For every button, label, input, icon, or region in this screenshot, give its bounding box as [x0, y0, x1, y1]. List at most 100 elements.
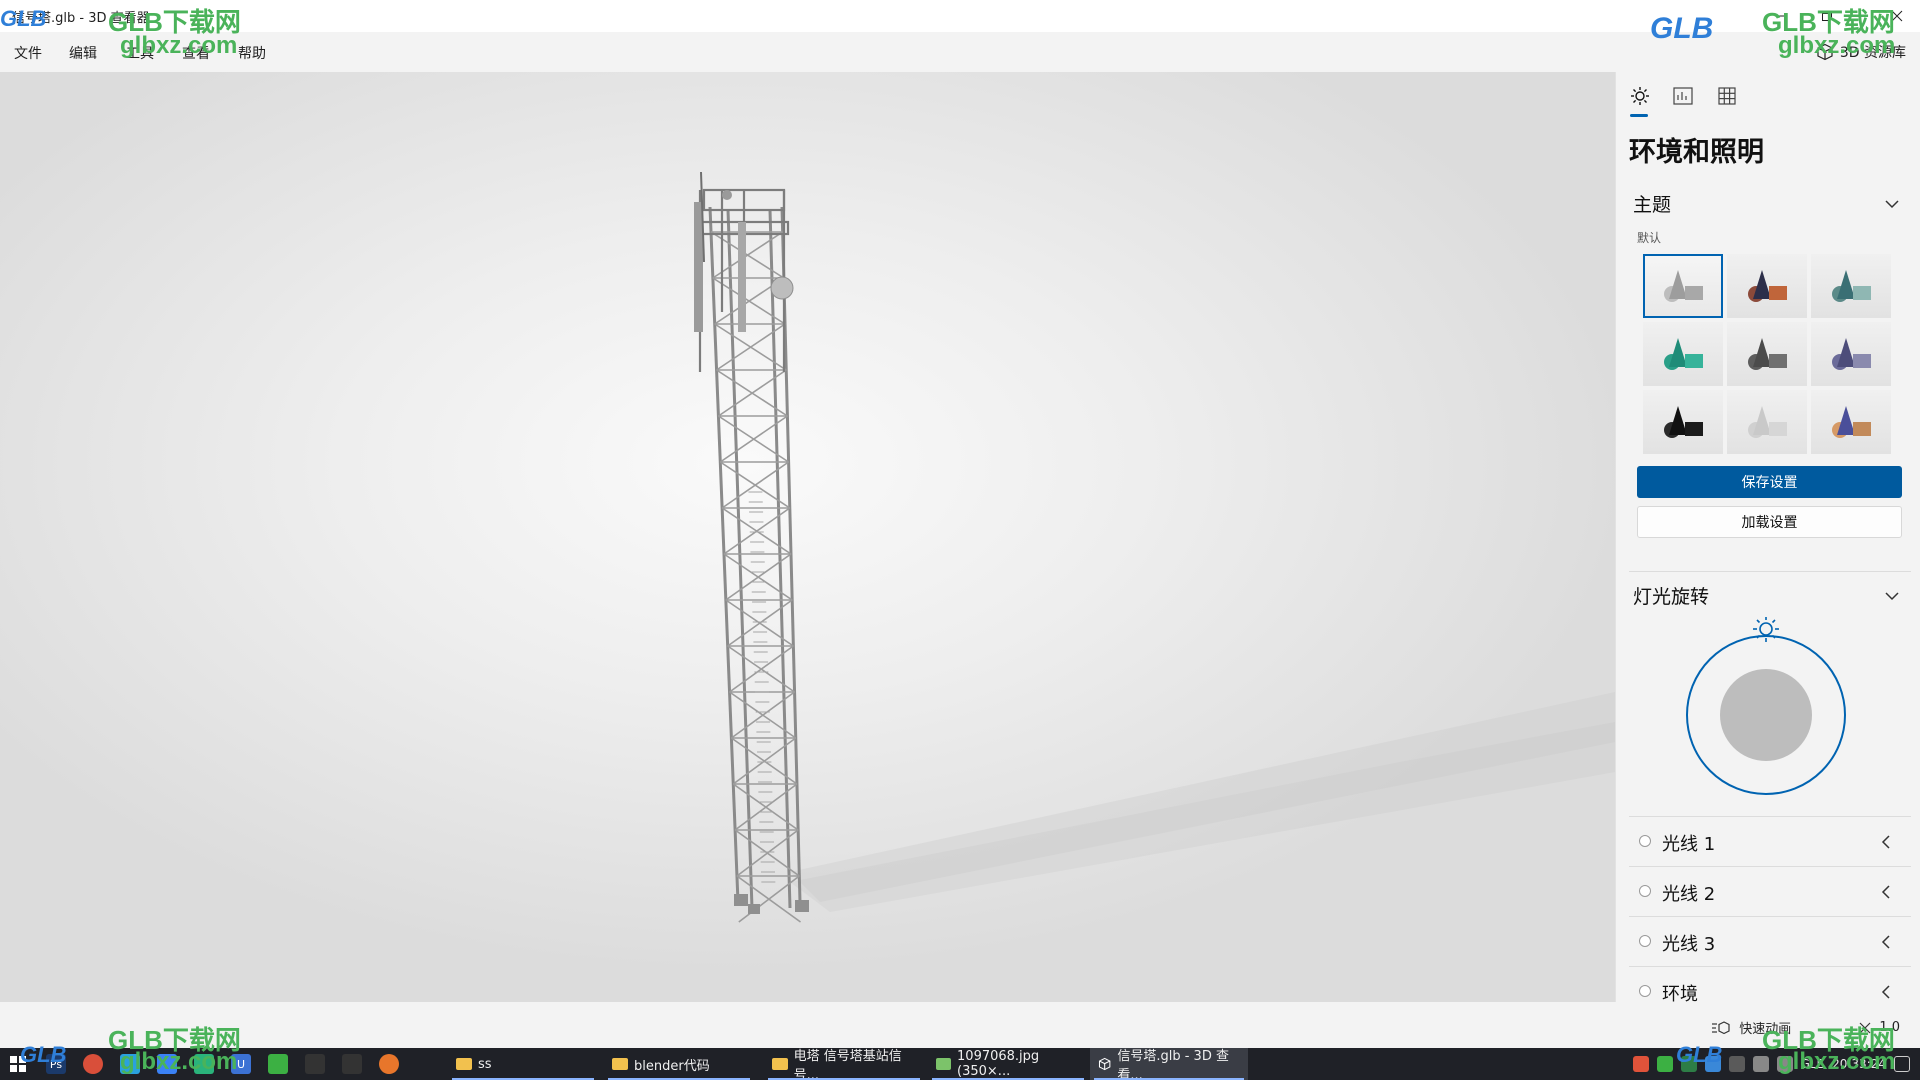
qq-icon[interactable]	[305, 1054, 325, 1074]
panel-title: 环境和照明	[1629, 137, 1764, 168]
light-3-radio[interactable]	[1639, 935, 1651, 947]
window-title: 信号塔.glb - 3D 查看器	[12, 11, 150, 26]
task-image-viewer[interactable]: 1097068.jpg (350×...	[928, 1048, 1088, 1080]
tray-app-icon[interactable]	[1728, 1056, 1745, 1072]
tray-app-icon[interactable]	[1680, 1056, 1697, 1072]
quick-animation-control[interactable]: 快速动画 1.0	[1711, 1018, 1900, 1037]
theme-grid	[1643, 254, 1893, 458]
theme-option[interactable]	[1643, 322, 1723, 386]
folder-icon	[772, 1058, 788, 1070]
task-label: 信号塔.glb - 3D 查看...	[1117, 1049, 1229, 1080]
menu-tools[interactable]: 工具	[126, 43, 154, 63]
light-2-radio[interactable]	[1639, 885, 1651, 897]
app-icon[interactable]: U	[231, 1054, 251, 1074]
cube-icon	[1098, 1057, 1111, 1071]
theme-option[interactable]	[1811, 390, 1891, 454]
tray-app-icon[interactable]	[1704, 1056, 1721, 1072]
system-tray: GLE 20:33:24	[1632, 1048, 1920, 1080]
tray-network-icon[interactable]	[1752, 1056, 1769, 1072]
close-icon[interactable]	[1874, 0, 1920, 32]
photoshop-icon[interactable]: Ps	[46, 1054, 66, 1074]
chevron-left-icon[interactable]	[1879, 984, 1893, 1000]
tray-app-icon[interactable]	[1632, 1056, 1649, 1072]
menu-view[interactable]: 查看	[182, 43, 210, 63]
light-rotation-dial[interactable]	[1676, 617, 1856, 807]
wechat-icon[interactable]	[268, 1054, 288, 1074]
restore-icon[interactable]	[1804, 0, 1850, 32]
quick-animation-label: 快速动画	[1739, 1022, 1792, 1037]
speed-icon	[1859, 1022, 1871, 1033]
theme-option[interactable]	[1727, 390, 1807, 454]
title-bar: 信号塔.glb - 3D 查看器	[0, 0, 1920, 32]
image-icon	[936, 1058, 952, 1070]
sun-icon[interactable]	[1753, 617, 1779, 642]
sun-icon[interactable]	[1628, 84, 1652, 108]
light-row-2[interactable]: 光线 2	[1629, 866, 1911, 916]
tower-model	[694, 171, 1615, 923]
task-label: 电塔 信号塔基站信号...	[793, 1049, 902, 1080]
notification-icon[interactable]	[1894, 1056, 1910, 1072]
light-row-3[interactable]: 光线 3	[1629, 916, 1911, 966]
theme-option[interactable]	[1643, 254, 1723, 318]
grid-icon[interactable]	[1715, 84, 1739, 108]
save-settings-button[interactable]: 保存设置	[1637, 466, 1902, 498]
theme-option[interactable]	[1643, 390, 1723, 454]
theme-preview-icon	[1748, 406, 1787, 438]
browser-icon[interactable]	[120, 1054, 140, 1074]
theme-section-header[interactable]: 主题	[1633, 190, 1671, 217]
clock[interactable]: 20:33:24	[1832, 1057, 1886, 1071]
divider	[1629, 571, 1911, 572]
blender-icon[interactable]	[379, 1054, 399, 1074]
theme-preview-icon	[1748, 338, 1787, 370]
tray-wechat-icon[interactable]	[1656, 1056, 1673, 1072]
chevron-left-icon[interactable]	[1879, 834, 1893, 850]
cube-icon	[1817, 43, 1833, 61]
theme-option[interactable]	[1811, 322, 1891, 386]
minimize-icon[interactable]	[1758, 0, 1804, 32]
light-1-radio[interactable]	[1639, 835, 1651, 847]
theme-preview-icon	[1664, 406, 1703, 438]
folder-icon	[456, 1058, 472, 1070]
task-folder-ss[interactable]: ss	[448, 1048, 598, 1080]
app-icon[interactable]	[342, 1054, 362, 1074]
theme-option[interactable]	[1727, 322, 1807, 386]
theme-preview-icon	[1664, 270, 1703, 302]
task-label: 1097068.jpg (350×...	[957, 1049, 1040, 1079]
chevron-left-icon[interactable]	[1879, 934, 1893, 950]
load-settings-button[interactable]: 加载设置	[1637, 506, 1902, 538]
3d-library-button[interactable]: 3D 资源库	[1816, 40, 1906, 64]
chevron-down-icon[interactable]	[1884, 196, 1900, 212]
theme-sub-label: 默认	[1637, 231, 1662, 245]
task-folder-blender[interactable]: blender代码	[604, 1048, 754, 1080]
theme-option[interactable]	[1811, 254, 1891, 318]
animation-icon	[1712, 1020, 1730, 1034]
chevron-down-icon[interactable]	[1884, 588, 1900, 604]
speaker-icon[interactable]	[1776, 1056, 1793, 1072]
panel-tabs	[1616, 72, 1920, 118]
stats-icon[interactable]	[1671, 84, 1695, 108]
chevron-left-icon[interactable]	[1879, 884, 1893, 900]
menu-file[interactable]: 文件	[14, 43, 42, 63]
theme-preview-icon	[1832, 338, 1871, 370]
light-rotation-header[interactable]: 灯光旋转	[1633, 582, 1709, 609]
light-row-1[interactable]: 光线 1	[1629, 816, 1911, 866]
theme-option[interactable]	[1727, 254, 1807, 318]
task-3d-viewer[interactable]: 信号塔.glb - 3D 查看...	[1090, 1048, 1248, 1080]
3d-viewport[interactable]	[0, 72, 1615, 1002]
app-icon[interactable]	[194, 1054, 214, 1074]
task-label: blender代码	[634, 1058, 710, 1074]
task-folder-tower[interactable]: 电塔 信号塔基站信号...	[764, 1048, 924, 1080]
light-1-label: 光线 1	[1662, 834, 1716, 855]
menu-help[interactable]: 帮助	[238, 43, 266, 63]
environment-radio[interactable]	[1639, 985, 1651, 997]
active-tab-indicator	[1630, 114, 1648, 117]
menu-edit[interactable]: 编辑	[69, 43, 97, 63]
chrome-icon[interactable]	[83, 1054, 103, 1074]
taskbar: Ps U ss blender代码 电塔 信号塔基站信号... 1097068.…	[0, 1048, 1920, 1080]
tray-text: GLE	[1800, 1057, 1825, 1071]
3d-library-label: 3D 资源库	[1839, 45, 1906, 61]
windows-start-icon[interactable]	[8, 1054, 28, 1074]
speed-value[interactable]: 1.0	[1879, 1020, 1900, 1035]
app-icon[interactable]	[157, 1054, 177, 1074]
light-2-label: 光线 2	[1662, 884, 1716, 905]
